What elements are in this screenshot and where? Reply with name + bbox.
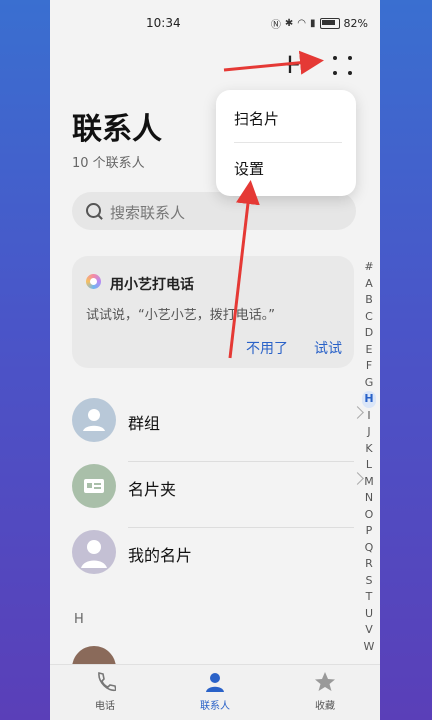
index-letter[interactable]: M — [362, 474, 376, 491]
index-letter[interactable]: F — [362, 358, 376, 375]
index-letter[interactable]: H — [362, 391, 376, 408]
list-item-label: 群组 — [128, 414, 161, 433]
search-placeholder: 搜索联系人 — [110, 204, 186, 222]
assistant-card-body: 试试说，“小艺小艺，拨打电话。” — [86, 308, 275, 323]
list-item-label: 我的名片 — [128, 546, 193, 565]
index-letter[interactable]: I — [362, 408, 376, 425]
contacts-icon — [206, 673, 224, 692]
signal-icon: ▮ — [310, 18, 316, 29]
assistant-icon — [86, 274, 101, 289]
more-options-button[interactable] — [330, 56, 354, 80]
contact-count: 10 个联系人 — [72, 156, 145, 171]
list-item-business-cards[interactable]: 名片夹 — [72, 464, 364, 528]
try-button[interactable]: 试试 — [314, 338, 342, 358]
index-letter[interactable]: J — [362, 424, 376, 441]
list-item-label: 名片夹 — [128, 480, 177, 499]
wifi-icon: ◠ — [297, 18, 307, 29]
index-letter[interactable]: K — [362, 441, 376, 458]
index-letter[interactable]: T — [362, 589, 376, 606]
index-letter[interactable]: P — [362, 523, 376, 540]
index-letter[interactable]: G — [362, 375, 376, 392]
add-contact-button[interactable]: + — [278, 50, 302, 78]
index-letter[interactable]: V — [362, 622, 376, 639]
phone-screen: 10:34 Ⓝ ✱ ◠ ▮ 82% + 联系人 10 个联系人 搜索联系人 用小… — [50, 0, 380, 720]
index-letter[interactable]: L — [362, 457, 376, 474]
menu-item-settings[interactable]: 设置 — [234, 158, 264, 179]
bottom-nav: 电话 联系人 收藏 — [50, 664, 380, 720]
menu-item-scan-card[interactable]: 扫名片 — [234, 108, 279, 129]
assistant-card-title: 用小艺打电话 — [110, 277, 194, 293]
nav-label: 联系人 — [200, 701, 230, 712]
nfc-icon: Ⓝ — [270, 20, 281, 31]
groups-icon — [72, 398, 116, 442]
index-letter[interactable]: B — [362, 292, 376, 309]
search-input[interactable]: 搜索联系人 — [72, 192, 356, 230]
status-time: 10:34 — [146, 16, 181, 30]
status-icons: Ⓝ ✱ ◠ ▮ 82% — [271, 16, 368, 31]
index-letter[interactable]: N — [362, 490, 376, 507]
assistant-card: 用小艺打电话 试试说，“小艺小艺，拨打电话。” 不用了 试试 — [72, 256, 354, 368]
status-bar: 10:34 Ⓝ ✱ ◠ ▮ 82% — [50, 0, 380, 46]
index-letter[interactable]: C — [362, 309, 376, 326]
index-letter[interactable]: O — [362, 507, 376, 524]
popup-menu: 扫名片 设置 — [216, 90, 356, 196]
nav-label: 电话 — [95, 701, 115, 712]
nav-tab-contacts[interactable]: 联系人 — [175, 671, 255, 712]
bluetooth-icon: ✱ — [284, 18, 294, 29]
nav-tab-phone[interactable]: 电话 — [65, 671, 145, 712]
nav-tab-favorites[interactable]: 收藏 — [285, 671, 365, 712]
index-letter[interactable]: U — [362, 606, 376, 623]
search-icon — [86, 203, 101, 218]
index-letter[interactable]: S — [362, 573, 376, 590]
index-letter[interactable]: E — [362, 342, 376, 359]
index-letter[interactable]: W — [362, 639, 376, 656]
index-letter[interactable]: A — [362, 276, 376, 293]
index-letter[interactable]: D — [362, 325, 376, 342]
list-item-my-card[interactable]: 我的名片 — [72, 530, 354, 594]
section-header-h: H — [74, 612, 84, 627]
nav-label: 收藏 — [315, 701, 335, 712]
decline-button[interactable]: 不用了 — [246, 338, 288, 358]
my-card-avatar — [72, 530, 116, 574]
page-title: 联系人 — [72, 112, 162, 147]
alphabet-index[interactable]: # A B C D E F G H I J K L M N O P Q R S T U V W — [362, 259, 376, 655]
phone-icon — [98, 672, 116, 692]
index-letter[interactable]: # — [362, 259, 376, 276]
business-card-icon — [72, 464, 116, 508]
star-icon — [315, 672, 335, 691]
battery-icon — [319, 18, 340, 29]
index-letter[interactable]: R — [362, 556, 376, 573]
index-letter[interactable]: Q — [362, 540, 376, 557]
list-item-groups[interactable]: 群组 — [72, 398, 364, 462]
battery-percent: 82% — [343, 17, 368, 30]
